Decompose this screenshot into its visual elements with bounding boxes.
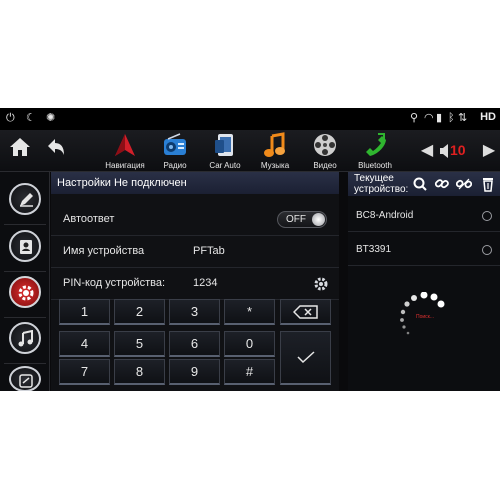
device-name: BT3391 (356, 244, 392, 255)
volume-icon (440, 144, 448, 158)
bluetooth-phone-icon (366, 133, 386, 156)
nav-app-car-auto[interactable]: Car Auto (198, 130, 252, 172)
device-panel-header: Текущее устройство: (348, 172, 500, 196)
key-hash[interactable]: # (224, 359, 275, 385)
music-icon (264, 132, 285, 157)
nav-app-navigation[interactable]: Навигация (98, 130, 152, 172)
key-1[interactable]: 1 (59, 299, 110, 325)
settings-gear-icon (18, 285, 34, 301)
confirm-button[interactable] (280, 331, 331, 385)
music-note-icon (18, 330, 33, 347)
settings-header: Настройки Не подключен (51, 172, 339, 194)
current-device-panel: Текущее устройство: BC8-Android BT3391 П… (348, 172, 500, 391)
device-list-item[interactable]: BC8-Android (348, 200, 500, 232)
auto-answer-toggle[interactable]: OFF (277, 211, 327, 228)
sidebar-item-call-log[interactable] (9, 366, 41, 391)
key-6[interactable]: 6 (169, 331, 220, 357)
auto-answer-label: Автоответ (63, 213, 115, 225)
nav-app-label: Bluetooth (358, 161, 392, 170)
nav-app-video[interactable]: Видео (298, 130, 352, 172)
checkmark-icon (297, 351, 315, 364)
search-spinner: Поиск... (396, 291, 452, 342)
sidebar-item-music[interactable] (9, 322, 41, 354)
pin-keypad: 1 2 3 * 4 5 6 0 7 8 9 # (59, 295, 335, 389)
nav-app-label: Музыка (260, 161, 290, 170)
search-icon[interactable] (412, 176, 428, 192)
brightness-icon[interactable]: ✺ (46, 111, 55, 125)
device-name: BC8-Android (356, 210, 414, 221)
volume-up-arrow-icon[interactable]: ▶ (482, 138, 496, 164)
key-star[interactable]: * (224, 299, 275, 325)
search-status-text: Поиск... (416, 314, 435, 320)
toggle-knob (312, 213, 325, 226)
disconnect-link-icon[interactable] (456, 176, 472, 192)
backspace-icon (292, 305, 318, 319)
device-radio[interactable] (482, 211, 492, 221)
nav-app-radio[interactable]: Радио (148, 130, 202, 172)
contacts-book-icon (20, 240, 32, 254)
key-8[interactable]: 8 (114, 359, 165, 385)
head-unit-screen: ⏻ ☾ ✺ ⚲ ◠ ▮ ᛒ ⇅ HD Навигация Радио Car A… (0, 108, 500, 391)
key-9[interactable]: 9 (169, 359, 220, 385)
nav-app-label: Навигация (105, 161, 145, 170)
connect-link-icon[interactable] (434, 176, 450, 192)
pin-code-label: PIN-код устройства: (63, 277, 166, 289)
nav-app-label: Радио (163, 161, 187, 170)
device-name-row[interactable]: Имя устройства PFTab (51, 236, 339, 268)
nav-app-music[interactable]: Музыка (248, 130, 302, 172)
usb-icon: ⚲ (410, 112, 419, 124)
sidebar-item-settings[interactable] (9, 276, 41, 308)
backspace-button[interactable] (280, 299, 331, 325)
nav-app-bluetooth[interactable]: Bluetooth (348, 130, 402, 172)
data-transfer-icon: ⇅ (458, 112, 468, 124)
pin-code-value: 1234 (193, 277, 218, 289)
sidebar-item-contacts[interactable] (9, 230, 41, 262)
bluetooth-settings-panel: Настройки Не подключен Автоответ OFF Имя… (51, 172, 339, 391)
volume-value: 10 (450, 142, 466, 158)
sidebar-item-dial[interactable] (9, 183, 41, 215)
device-name-value: PFTab (193, 245, 225, 257)
navigation-icon (115, 134, 135, 156)
volume-control: ◀ 10 ▶ (420, 138, 500, 164)
toggle-state-label: OFF (286, 214, 306, 225)
night-mode-icon[interactable]: ☾ (26, 111, 36, 125)
signal-icon: ▮ (436, 112, 443, 124)
dial-pad-icon (20, 193, 33, 207)
radio-icon (164, 133, 186, 155)
pin-settings-gear-icon[interactable] (313, 276, 329, 292)
wifi-icon: ◠ (424, 112, 434, 124)
device-list-item[interactable]: BT3391 (348, 234, 500, 266)
video-reel-icon (314, 134, 336, 156)
back-icon[interactable] (42, 136, 70, 164)
nav-app-label: Car Auto (209, 161, 241, 170)
key-3[interactable]: 3 (169, 299, 220, 325)
key-2[interactable]: 2 (114, 299, 165, 325)
key-4[interactable]: 4 (59, 331, 110, 357)
nav-app-label: Видео (313, 161, 337, 170)
trash-icon[interactable] (480, 176, 496, 192)
device-panel-title: Текущее устройство: (354, 173, 409, 195)
auto-answer-row: Автоответ OFF (51, 204, 339, 236)
status-bar: ⏻ ☾ ✺ ⚲ ◠ ▮ ᛒ ⇅ HD (0, 108, 500, 130)
volume-down-arrow-icon[interactable]: ◀ (420, 138, 434, 164)
bluetooth-sidebar (0, 172, 50, 391)
hd-badge: HD (480, 111, 496, 123)
top-navigation: Навигация Радио Car Auto Музыка Видео Bl… (0, 130, 500, 172)
key-5[interactable]: 5 (114, 331, 165, 357)
device-radio[interactable] (482, 245, 492, 255)
home-icon[interactable] (6, 136, 34, 164)
key-0[interactable]: 0 (224, 331, 275, 357)
device-name-label: Имя устройства (63, 245, 145, 257)
bluetooth-icon: ᛒ (448, 112, 455, 124)
key-7[interactable]: 7 (59, 359, 110, 385)
power-icon[interactable]: ⏻ (6, 111, 15, 125)
car-auto-icon (215, 134, 233, 156)
phone-log-icon (19, 374, 33, 388)
